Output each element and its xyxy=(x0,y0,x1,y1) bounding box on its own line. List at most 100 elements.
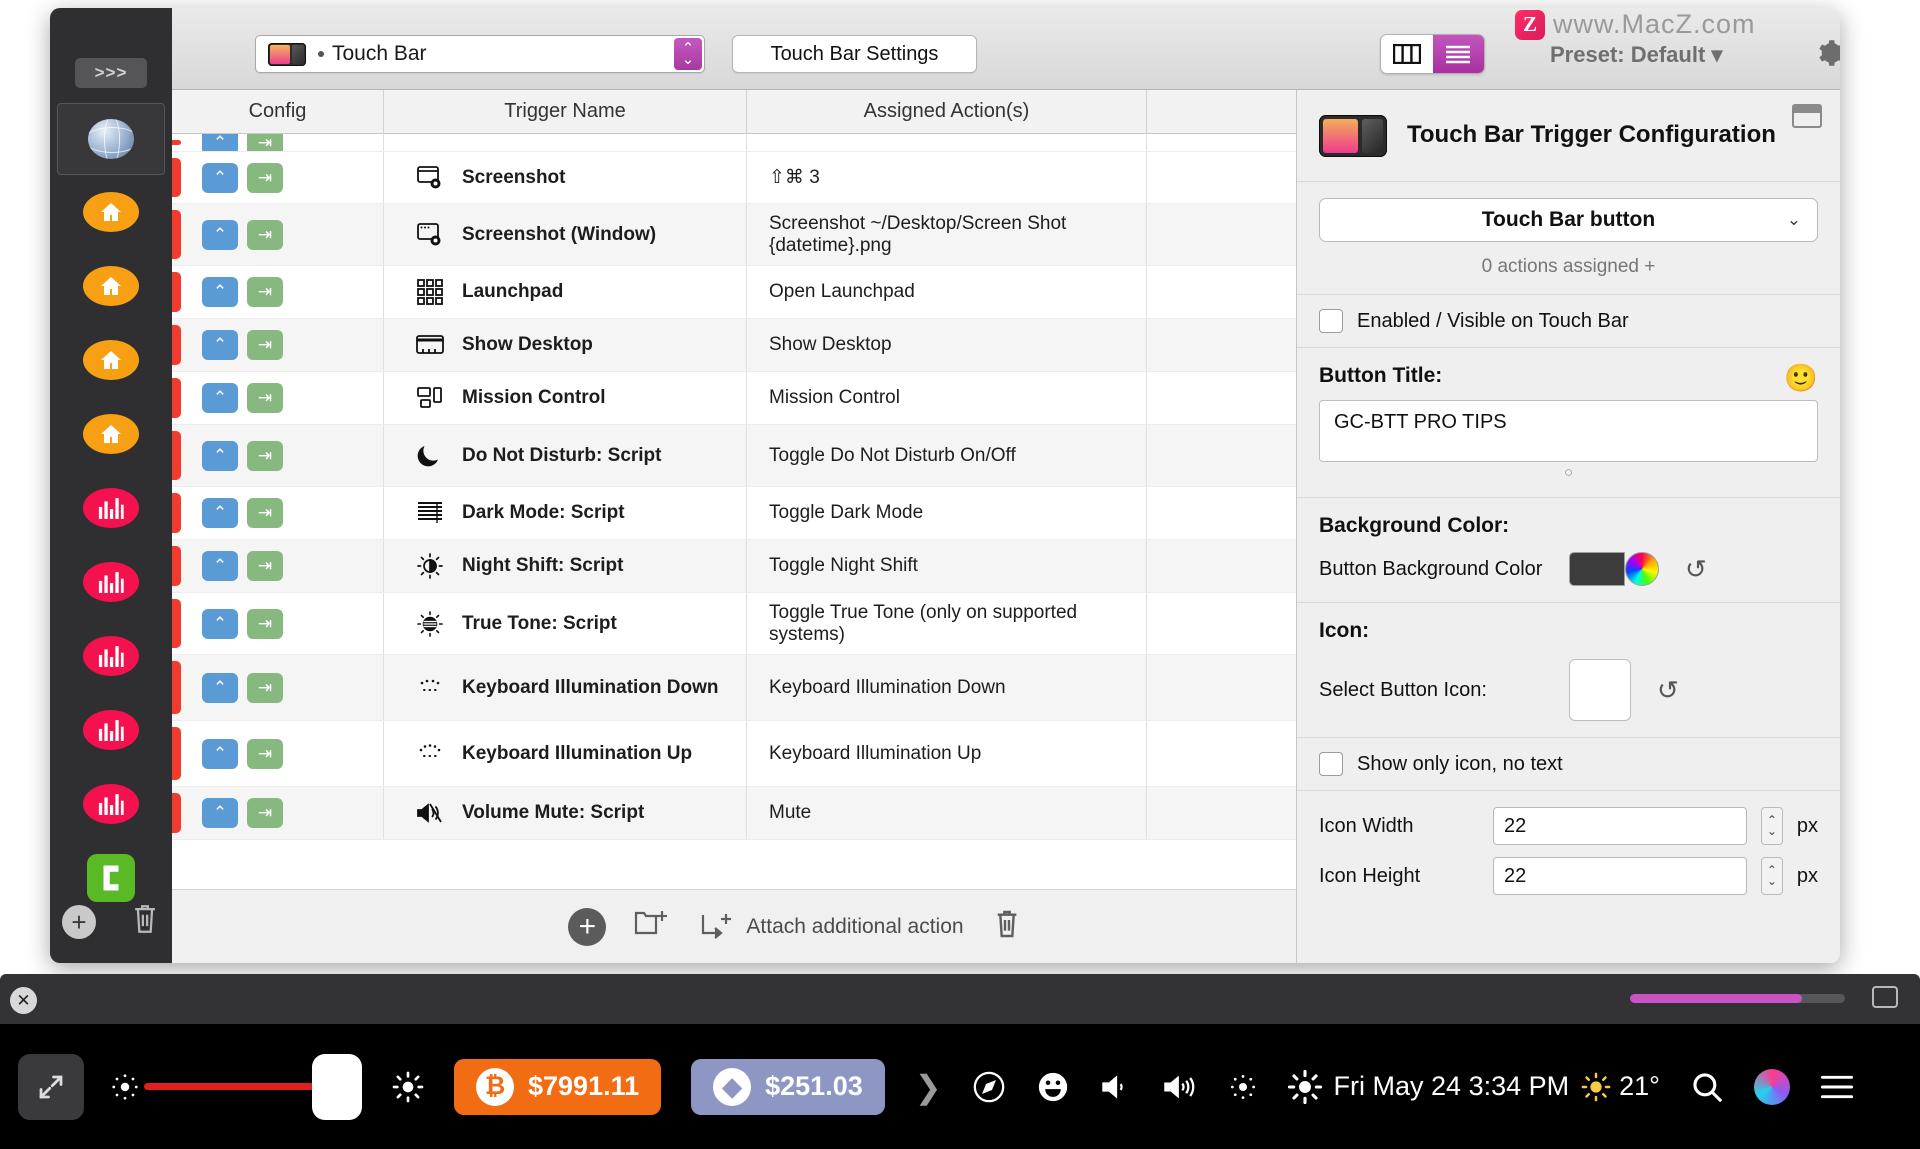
enabled-checkbox[interactable] xyxy=(1319,309,1343,333)
view-toggle[interactable] xyxy=(1380,34,1485,74)
chevron-up-icon[interactable]: ⌃ xyxy=(202,738,238,769)
brightness-high-icon[interactable] xyxy=(1287,1069,1322,1104)
add-trigger-button[interactable]: + xyxy=(568,907,607,946)
show-only-icon-row[interactable]: Show only icon, no text xyxy=(1297,738,1840,791)
arrow-right-icon[interactable]: ⇥ xyxy=(247,672,283,703)
sidebar-item-app-6[interactable] xyxy=(50,545,172,619)
arrow-right-icon[interactable]: ⇥ xyxy=(247,551,283,581)
table-row[interactable]: ⌃ ⇥ Do Not Disturb: Script Toggle Do Not… xyxy=(172,425,1418,487)
table-row[interactable]: ⌃ ⇥ Night Shift: Script Toggle Night Shi… xyxy=(172,540,1418,593)
sidebar-item-app-5[interactable] xyxy=(50,471,172,545)
show-only-icon-checkbox[interactable] xyxy=(1319,752,1343,776)
icon-height-stepper[interactable]: ⌃ ⌄ xyxy=(1760,857,1783,895)
chevron-up-icon[interactable]: ⌃ xyxy=(202,672,238,703)
actions-assigned-label[interactable]: 0 actions assigned + xyxy=(1319,256,1818,278)
sidebar-expander[interactable]: >>> xyxy=(75,58,147,88)
expand-icon[interactable] xyxy=(18,1053,84,1120)
column-header-assigned-actions[interactable]: Assigned Action(s) xyxy=(747,89,1147,134)
sidebar-item-app-8[interactable] xyxy=(50,693,172,767)
table-row[interactable]: ⌃ ⇥ Dark Mode: Script Toggle Dark Mode xyxy=(172,487,1418,540)
arrow-right-icon[interactable]: ⇥ xyxy=(247,498,283,528)
add-button[interactable]: + xyxy=(62,904,96,939)
reset-icon-icon[interactable]: ↺ xyxy=(1657,675,1679,706)
resize-handle[interactable]: ○ xyxy=(1319,464,1818,481)
table-row[interactable]: ⌃ ⇥ Screenshot ⇧⌘ 3 xyxy=(172,152,1418,204)
table-row[interactable]: ⌃ ⇥ xyxy=(172,134,1418,152)
chevron-up-icon[interactable]: ⌃ xyxy=(202,277,238,307)
column-header-trigger-name[interactable]: Trigger Name xyxy=(384,89,747,134)
chevron-up-icon[interactable]: ⌃ xyxy=(202,551,238,581)
arrow-right-icon[interactable]: ⇥ xyxy=(247,277,283,307)
new-group-icon[interactable] xyxy=(634,908,672,945)
arrow-right-icon[interactable]: ⇥ xyxy=(247,798,283,828)
list-view-icon[interactable] xyxy=(1432,35,1484,73)
chevron-up-icon[interactable]: ⌃ xyxy=(202,330,238,360)
temperature-label[interactable]: 21° xyxy=(1619,1071,1660,1102)
table-row[interactable]: ⌃ ⇥ Mission Control Mission Control xyxy=(172,372,1418,425)
gear-icon[interactable] xyxy=(1815,38,1840,68)
delete-trigger-button[interactable] xyxy=(992,908,1022,945)
table-row[interactable]: ⌃ ⇥ Keyboard Illumination Up Keyboard Il… xyxy=(172,721,1418,787)
color-swatch[interactable] xyxy=(1569,552,1625,586)
bitcoin-price-button[interactable]: ₿ $7991.11 xyxy=(454,1058,662,1115)
safari-icon[interactable] xyxy=(972,1070,1006,1104)
chevron-up-icon[interactable]: ⌃ xyxy=(202,162,238,193)
table-rows[interactable]: ⌃ ⇥ ⌃ ⇥ Screenshot ⇧⌘ 3 ⌃ ⇥ Screenshot (… xyxy=(172,134,1418,889)
touch-bar-settings-button[interactable]: Touch Bar Settings xyxy=(732,35,977,73)
attach-action-button[interactable]: Attach additional action xyxy=(700,912,964,942)
sidebar-item-app-1[interactable] xyxy=(50,175,172,249)
detach-window-icon[interactable] xyxy=(1792,104,1822,128)
button-title-input[interactable]: GC-BTT PRO TIPS xyxy=(1319,400,1818,462)
close-icon[interactable]: ✕ xyxy=(10,987,37,1014)
color-wheel-icon[interactable] xyxy=(1625,552,1659,586)
preset-menu-label[interactable]: Preset: Default ▾ xyxy=(1550,42,1722,68)
icon-width-input[interactable]: 22 xyxy=(1493,807,1747,845)
table-row[interactable]: ⌃ ⇥ Keyboard Illumination Down Keyboard … xyxy=(172,655,1418,721)
emoji-icon[interactable] xyxy=(1036,1070,1070,1104)
table-row[interactable]: ⌃ ⇥ Screenshot (Window) Screenshot ~/Des… xyxy=(172,204,1418,266)
sidebar-item-app-9[interactable] xyxy=(50,767,172,841)
icon-height-input[interactable]: 22 xyxy=(1493,857,1747,895)
sidebar-item-app-4[interactable] xyxy=(50,397,172,471)
sidebar-item-global[interactable] xyxy=(57,103,165,175)
screenshot-icon[interactable] xyxy=(1872,986,1898,1008)
chevron-up-icon[interactable]: ⌃ xyxy=(202,383,238,413)
brightness-low-icon[interactable] xyxy=(1228,1072,1258,1102)
search-icon[interactable] xyxy=(1690,1070,1724,1104)
brightness-high-icon[interactable] xyxy=(392,1071,424,1103)
ethereum-price-button[interactable]: ◆ $251.03 xyxy=(691,1058,885,1115)
sidebar-item-app-7[interactable] xyxy=(50,619,172,693)
clock-label[interactable]: Fri May 24 3:34 PM xyxy=(1334,1071,1570,1102)
volume-up-icon[interactable] xyxy=(1162,1073,1198,1101)
icon-well[interactable] xyxy=(1569,659,1631,721)
table-row[interactable]: ⌃ ⇥ Show Desktop Show Desktop xyxy=(172,319,1418,372)
arrow-right-icon[interactable]: ⇥ xyxy=(247,383,283,413)
brightness-low-icon[interactable] xyxy=(110,1072,140,1102)
chevron-up-icon[interactable]: ⌃ xyxy=(202,498,238,528)
table-row[interactable]: ⌃ ⇥ True Tone: Script Toggle True Tone (… xyxy=(172,593,1418,655)
chevron-up-icon[interactable]: ⌃ xyxy=(202,440,238,471)
chevron-up-icon[interactable]: ⌃ xyxy=(202,798,238,828)
brightness-slider-knob[interactable] xyxy=(312,1053,362,1120)
arrow-right-icon[interactable]: ⇥ xyxy=(247,162,283,193)
trash-icon[interactable] xyxy=(130,902,160,941)
arrow-right-icon[interactable]: ⇥ xyxy=(247,330,283,360)
chevron-up-icon[interactable]: ⌃ xyxy=(202,608,238,639)
siri-icon[interactable] xyxy=(1753,1068,1790,1105)
column-view-icon[interactable] xyxy=(1381,35,1433,73)
preset-select[interactable]: Touch Bar ⌃ ⌄ xyxy=(255,35,705,73)
reset-background-icon[interactable]: ↺ xyxy=(1685,554,1707,585)
brightness-slider-track[interactable] xyxy=(144,1083,314,1090)
trigger-type-select[interactable]: Touch Bar button ⌄ xyxy=(1319,198,1818,242)
table-row[interactable]: ⌃ ⇥ Launchpad Open Launchpad xyxy=(172,266,1418,319)
sidebar-item-app-3[interactable] xyxy=(50,323,172,397)
arrow-right-icon[interactable]: ⇥ xyxy=(247,608,283,639)
column-header-config[interactable]: Config xyxy=(172,89,384,134)
chevron-right-icon[interactable]: ❯ xyxy=(915,1068,942,1106)
list-icon[interactable] xyxy=(1820,1073,1854,1101)
arrow-right-icon[interactable]: ⇥ xyxy=(247,219,283,250)
stepper-control[interactable]: ⌃ ⌄ xyxy=(674,38,702,70)
sidebar-item-app-2[interactable] xyxy=(50,249,172,323)
arrow-right-icon[interactable]: ⇥ xyxy=(247,440,283,471)
touchbar-size-slider[interactable] xyxy=(1630,994,1845,1003)
